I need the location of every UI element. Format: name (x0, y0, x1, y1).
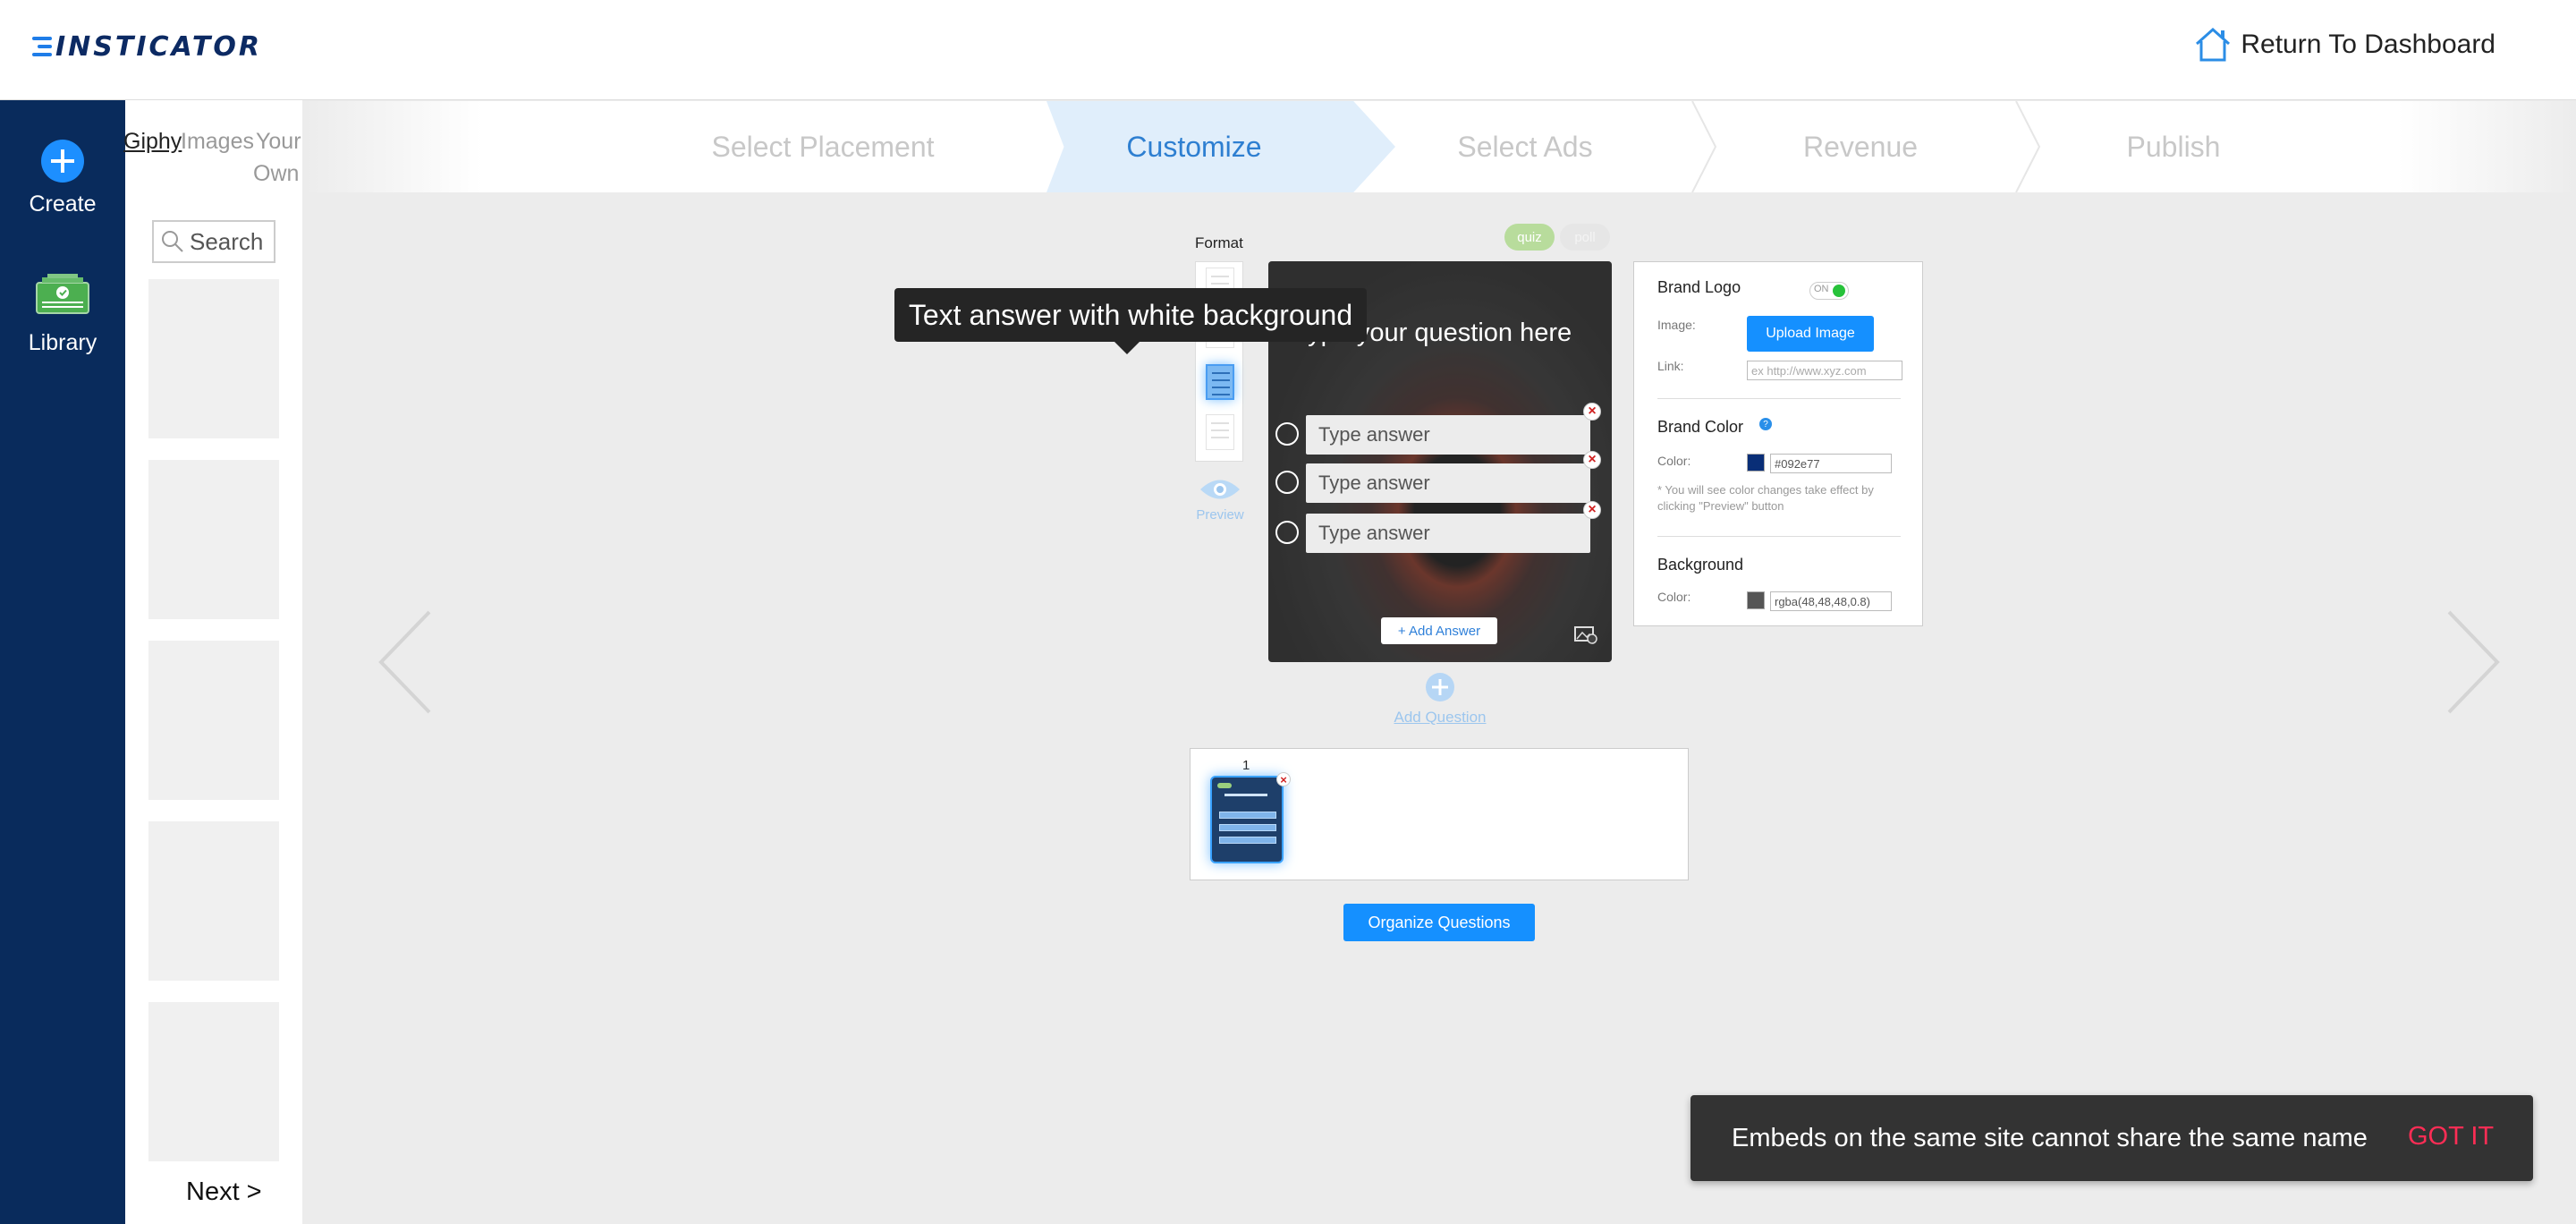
link-label: Link: (1657, 359, 1684, 373)
type-quiz-pill[interactable]: quiz (1504, 224, 1555, 251)
step-customize[interactable]: Customize (1029, 101, 1360, 192)
search-placeholder: Search (190, 227, 264, 255)
media-next-link[interactable]: Next > (186, 1177, 262, 1207)
background-color-swatch[interactable] (1747, 591, 1765, 609)
remove-answer-icon[interactable]: × (1583, 501, 1601, 519)
tab-your-own[interactable]: Your (256, 129, 301, 155)
mini-answer-line (1219, 824, 1276, 831)
library-icon (36, 274, 89, 314)
format-label: Format (1195, 234, 1243, 251)
add-question-label: Add Question (1394, 709, 1487, 726)
brand-color-swatch[interactable] (1747, 454, 1765, 472)
logo-mark-icon (32, 37, 52, 56)
color-change-note: * You will see color changes take effect… (1657, 483, 1874, 513)
brand-color-input[interactable]: #092e77 (1770, 454, 1892, 473)
chevron-left-icon[interactable] (374, 608, 436, 716)
nav-create-label: Create (29, 191, 97, 217)
toggle-knob (1833, 285, 1845, 297)
brand-color-title: Brand Color (1657, 418, 1744, 436)
nav-library-label: Library (28, 330, 97, 355)
remove-answer-icon[interactable]: × (1583, 403, 1601, 421)
mini-answer-line (1219, 812, 1276, 819)
question-thumbnail[interactable] (1210, 776, 1284, 863)
top-header: INSTICATOR Return To Dashboard (0, 0, 2576, 100)
eye-icon (1200, 480, 1240, 499)
media-thumbnail[interactable] (148, 821, 279, 981)
left-navigation: Create Library (0, 100, 125, 1224)
image-settings-icon[interactable] (1574, 625, 1597, 644)
media-thumbnail[interactable] (148, 641, 279, 800)
media-thumbnail[interactable] (148, 1002, 279, 1161)
return-to-dashboard-label: Return To Dashboard (2241, 30, 2496, 59)
preview-label: Preview (1196, 507, 1244, 523)
answer-row: Type answer × (1275, 403, 1601, 455)
answer-input[interactable]: Type answer (1306, 463, 1590, 503)
got-it-button[interactable]: GOT IT (2408, 1122, 2494, 1152)
answer-input[interactable]: Type answer (1306, 415, 1590, 455)
toggle-on-label: ON (1814, 284, 1829, 294)
tab-images[interactable]: Images (181, 129, 254, 155)
link-input[interactable]: ex http://www.xyz.com (1747, 361, 1902, 380)
add-question-button[interactable]: Add Question (1388, 673, 1492, 727)
tab-giphy[interactable]: Giphy (123, 129, 182, 155)
step-publish[interactable]: Publish (2030, 101, 2317, 192)
format-option-text-white-bg[interactable] (1206, 364, 1234, 400)
plus-circle-icon (41, 140, 84, 183)
return-to-dashboard-link[interactable]: Return To Dashboard (2194, 27, 2496, 63)
brand-logo-toggle[interactable]: ON (1809, 282, 1849, 300)
answer-radio[interactable] (1275, 521, 1299, 544)
answer-radio[interactable] (1275, 471, 1299, 494)
brand-logo-title: Brand Logo (1657, 278, 1741, 296)
chevron-right-icon[interactable] (2442, 608, 2504, 716)
snackbar-message: Embeds on the same site cannot share the… (1732, 1124, 2368, 1152)
media-thumbnail[interactable] (148, 460, 279, 619)
help-icon[interactable]: ? (1759, 418, 1772, 430)
mini-answer-line (1219, 837, 1276, 844)
step-select-placement[interactable]: Select Placement (662, 101, 984, 192)
steps-fade-left (304, 101, 483, 192)
answer-row: Type answer × (1275, 451, 1601, 503)
image-label: Image: (1657, 318, 1696, 332)
mini-question-line (1224, 794, 1267, 796)
brand-color-label: Color: (1657, 454, 1691, 468)
insticator-logo[interactable]: INSTICATOR (32, 30, 262, 63)
mini-quiz-pill (1217, 783, 1232, 788)
brand-name: INSTICATOR (55, 30, 262, 63)
preview-button[interactable]: Preview (1195, 476, 1245, 523)
answer-radio[interactable] (1275, 422, 1299, 446)
step-select-ads[interactable]: Select Ads (1368, 101, 1682, 192)
format-option-list[interactable] (1206, 414, 1234, 450)
nav-library[interactable]: Library (0, 274, 125, 356)
media-thumbnail[interactable] (148, 279, 279, 438)
wizard-steps: Select Placement Customize Select Ads Re… (304, 101, 2576, 192)
home-icon (2196, 27, 2231, 62)
media-panel: Giphy Images Your Own Search Next > (123, 100, 302, 1224)
divider (1657, 398, 1901, 399)
snackbar: Embeds on the same site cannot share the… (1690, 1095, 2533, 1181)
step-revenue[interactable]: Revenue (1717, 101, 2004, 192)
format-tooltip: Text answer with white background (894, 288, 1367, 354)
steps-fade-right (2397, 101, 2576, 192)
remove-answer-icon[interactable]: × (1583, 451, 1601, 469)
upload-image-button[interactable]: Upload Image (1747, 316, 1874, 352)
organize-questions-button[interactable]: Organize Questions (1343, 904, 1535, 941)
question-number: 1 (1242, 758, 1250, 773)
search-icon (162, 231, 183, 252)
nav-create[interactable]: Create (0, 140, 125, 217)
plus-circle-icon (1426, 673, 1454, 701)
type-poll-pill[interactable]: poll (1560, 224, 1610, 251)
answer-input[interactable]: Type answer (1306, 514, 1590, 553)
background-color-input[interactable]: rgba(48,48,48,0.8) (1770, 591, 1892, 611)
settings-panel: Brand Logo ON Image: Upload Image Link: … (1633, 261, 1923, 626)
questions-strip: 1 × (1190, 748, 1689, 880)
background-title: Background (1657, 556, 1744, 574)
tab-your-own-line2[interactable]: Own (253, 161, 299, 187)
step-separator-icon (1691, 101, 1717, 192)
answer-row: Type answer × (1275, 501, 1601, 553)
delete-question-icon[interactable]: × (1276, 772, 1291, 786)
divider (1657, 536, 1901, 537)
add-answer-button[interactable]: + Add Answer (1381, 617, 1497, 644)
background-color-label: Color: (1657, 590, 1691, 604)
media-search-input[interactable]: Search (152, 220, 275, 263)
